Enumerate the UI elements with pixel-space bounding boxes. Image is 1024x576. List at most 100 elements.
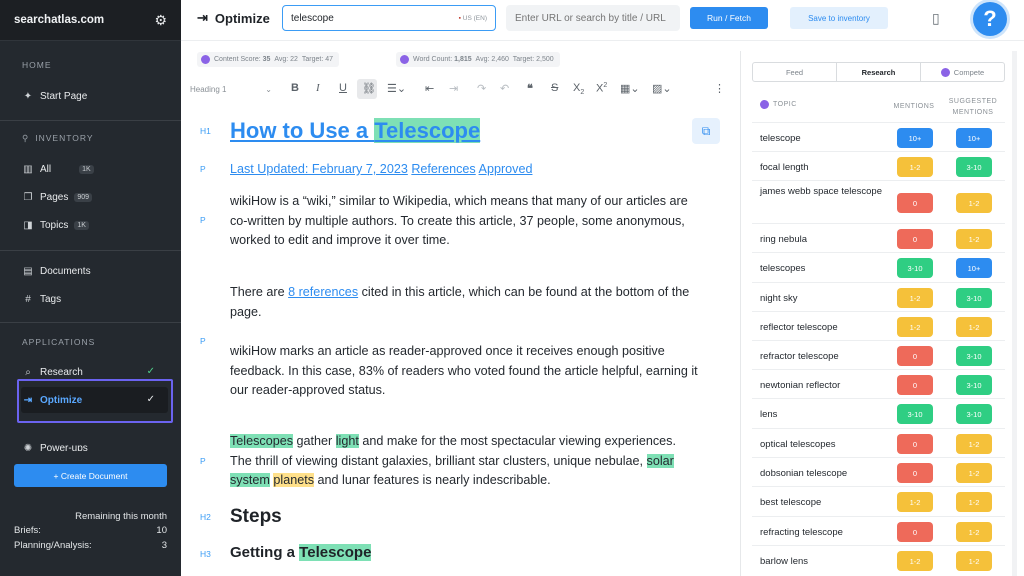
sidebar-item-label: Start Page [40,90,88,102]
col-topic-label: TOPIC [773,101,797,108]
sidebar-item-powerups-clip: ✺ Power-ups [22,440,162,452]
heading-select[interactable]: Heading 1 ⌄ [190,85,272,94]
score-dot-icon [400,55,409,64]
create-document-button[interactable]: + Create Document [14,464,167,487]
topic-row[interactable]: refracting telescope 0 1-2 [752,516,1005,545]
sidebar-item-optimize[interactable]: ⇥ Optimize [22,392,82,408]
chevron-down-icon: ⌄ [265,85,272,94]
topic-row[interactable]: newtonian reflector 0 3-10 [752,369,1005,398]
keyword-input[interactable]: telescope ▪ US (EN) [282,5,496,31]
count-badge: 909 [74,192,93,202]
topics-icon: ◨ [23,219,33,231]
sidebar-item-all[interactable]: ▥ All 1K [22,161,94,177]
suggested-mentions-badge: 3-10 [956,346,992,366]
save-to-inventory-button[interactable]: Save to inventory [790,7,888,29]
h3-text: Getting a [230,544,300,561]
sidebar-item-tags[interactable]: # Tags [22,291,61,307]
heading-steps[interactable]: Steps [230,506,282,528]
topic-name: lens [760,409,778,420]
approved-link[interactable]: Approved [479,162,533,176]
italic-icon[interactable]: I [316,82,320,94]
scrollbar[interactable] [1012,51,1017,576]
mentions-badge: 3-10 [897,404,933,424]
tab-research[interactable]: Research [837,63,921,81]
help-button[interactable]: ? [973,2,1007,36]
mentions-badge: 1-2 [897,288,933,308]
tag-h2: H2 [200,512,211,522]
references-link[interactable]: References [411,162,475,176]
topic-name: newtonian reflector [760,380,841,391]
topic-row[interactable]: barlow lens 1-2 1-2 [752,545,1005,574]
document-icon[interactable]: ▯ [932,10,940,27]
outdent-icon[interactable]: ⇤ [425,82,434,95]
sidebar-item-label: All [40,163,52,175]
tab-compete[interactable]: Compete [921,63,1004,81]
topic-name: night sky [760,293,798,304]
topic-name: james webb space telescope [760,186,882,197]
sidebar-item-powerups[interactable]: ✺ Power-ups [22,440,88,452]
indent-icon[interactable]: ⇥ [449,82,458,95]
p4-text: gather [293,434,336,448]
tab-feed[interactable]: Feed [753,63,837,81]
sidebar-item-topics[interactable]: ◨ Topics 1K [22,217,89,233]
paragraph-1[interactable]: wikiHow is a “wiki,” similar to Wikipedi… [230,192,700,251]
mentions-badge: 0 [897,346,933,366]
topic-dot-icon [760,100,769,109]
url-search-input[interactable] [506,5,680,31]
topic-row[interactable]: james webb space telescope 0 1-2 [752,180,1005,223]
mentions-badge: 0 [897,229,933,249]
suggested-mentions-badge: 10+ [956,258,992,278]
superscript-icon[interactable]: X2 [596,82,607,95]
topic-row[interactable]: ring nebula 0 1-2 [752,223,1005,252]
tag-p: P [200,456,206,466]
sidebar-item-pages[interactable]: ❐ Pages 909 [22,189,93,205]
mentions-badge: 0 [897,193,933,213]
topic-name: telescopes [760,263,806,274]
word-count-target: Target: 2,500 [512,56,554,63]
locale-selector[interactable]: ▪ US (EN) [459,15,487,22]
redo-icon[interactable]: ↷ [477,82,486,95]
underline-icon[interactable]: U [339,82,347,94]
topic-row[interactable]: reflector telescope 1-2 1-2 [752,311,1005,340]
subscript-icon[interactable]: X2 [573,82,584,96]
bold-icon[interactable]: B [291,82,299,94]
keyword-highlight-yellow: planets [273,473,315,487]
undo-icon[interactable]: ↶ [500,82,509,95]
mentions-badge: 10+ [897,128,933,148]
table-icon[interactable]: ▦⌄ [620,82,640,95]
sidebar-item-research[interactable]: ⌕ Research [22,364,83,380]
link-icon[interactable]: ⛓ [362,82,376,95]
paragraph-2[interactable]: There are 8 references cited in this art… [230,283,700,322]
topic-row[interactable]: night sky 1-2 3-10 [752,282,1005,311]
article-title[interactable]: How to Use a Telescope [230,118,481,144]
strikethrough-icon[interactable]: S [551,82,558,94]
paragraph-3[interactable]: wikiHow marks an article as reader-appro… [230,342,700,401]
topic-row[interactable]: telescope 10+ 10+ [752,122,1005,151]
list-icon[interactable]: ☰⌄ [387,82,406,95]
brand-name[interactable]: searchatlas.com [14,14,104,26]
topic-row[interactable]: refractor telescope 0 3-10 [752,340,1005,369]
references-count-link[interactable]: 8 references [288,285,358,299]
gear-icon[interactable]: ⚙ [154,12,167,29]
sidebar-item-label: Documents [40,265,91,277]
topic-row[interactable]: dobsonian telescope 0 1-2 [752,457,1005,486]
search-icon: ⌕ [25,366,31,378]
topic-row[interactable]: lens 3-10 3-10 [752,398,1005,428]
content-score-pill: Content Score: 35 Avg: 22 Target: 47 [197,52,339,67]
last-updated-link[interactable]: Last Updated: February 7, 2023 [230,162,408,176]
topic-row[interactable]: optical telescopes 0 1-2 [752,428,1005,457]
sidebar-item-start-page[interactable]: ✦ Start Page [22,88,87,104]
image-icon[interactable]: ▨⌄ [652,82,672,95]
heading-getting[interactable]: Getting a Telescope [230,544,372,561]
sidebar-item-documents[interactable]: ▤ Documents [22,263,91,279]
section-inventory: ⚲ INVENTORY [22,133,94,144]
more-icon[interactable]: ⋮ [714,82,725,95]
keyword-highlight: Telescope [299,544,372,561]
topic-row[interactable]: focal length 1-2 3-10 [752,151,1005,180]
paragraph-4[interactable]: Telescopes gather light and make for the… [230,432,700,491]
topic-row[interactable]: best telescope 1-2 1-2 [752,486,1005,516]
quote-icon[interactable]: ❝ [527,82,533,95]
run-fetch-button[interactable]: Run / Fetch [690,7,768,29]
topic-row[interactable]: telescopes 3-10 10+ [752,252,1005,282]
copy-icon[interactable]: ⧉ [692,118,720,144]
